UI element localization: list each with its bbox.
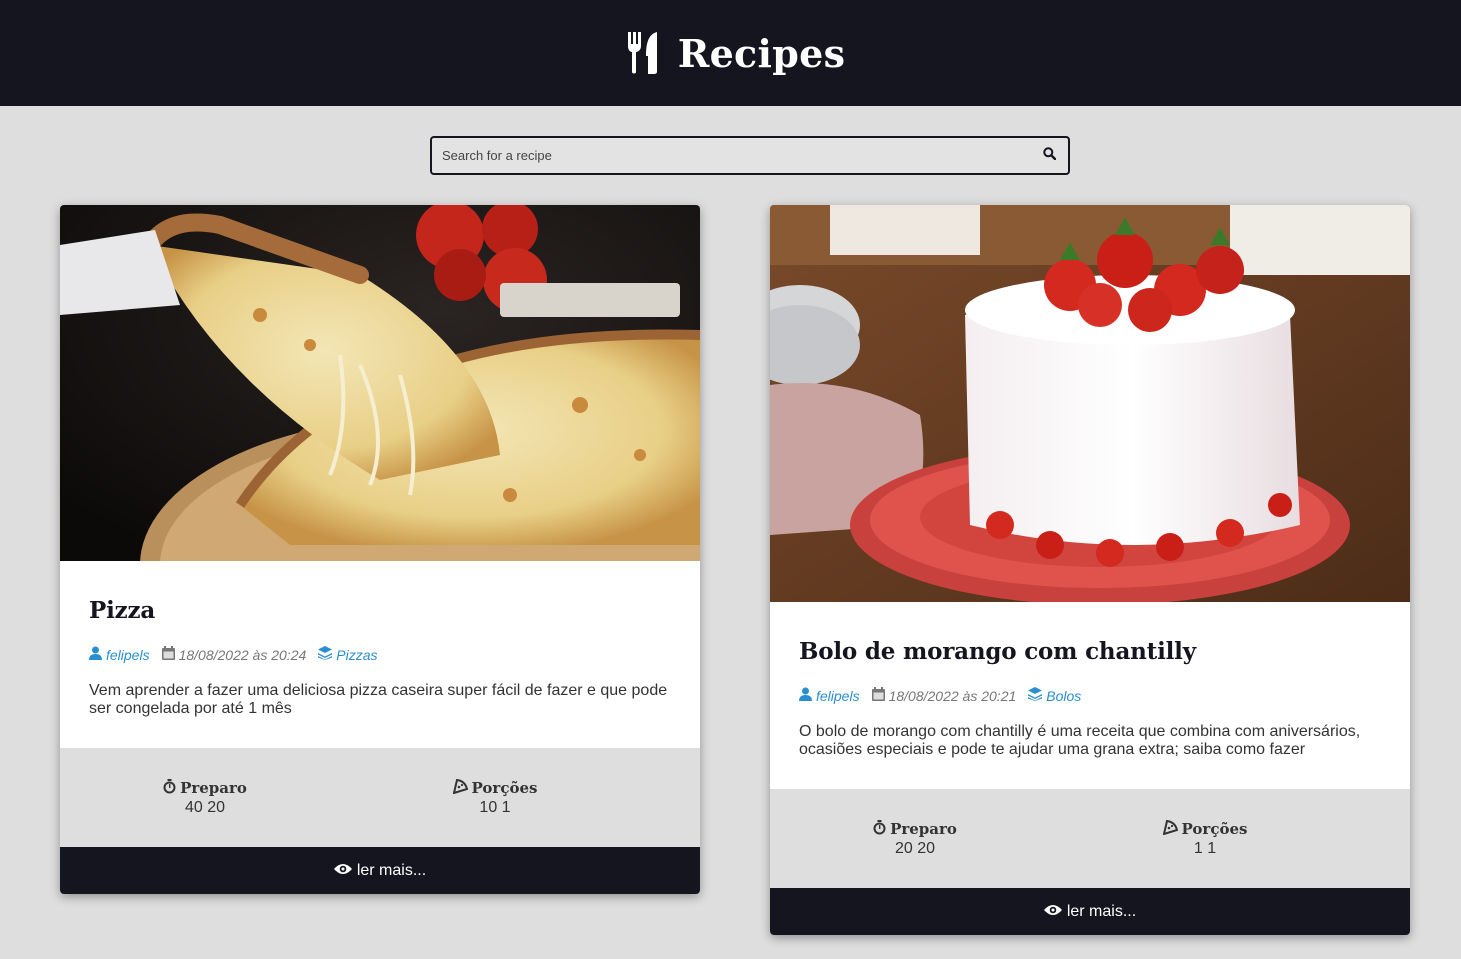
read-more-button[interactable]: ler mais...	[770, 888, 1410, 935]
servings-label: Porções	[471, 779, 538, 797]
layers-icon	[318, 646, 333, 663]
search-icon	[1042, 146, 1056, 165]
read-more-button[interactable]: ler mais...	[60, 847, 700, 894]
brand[interactable]: Recipes	[626, 31, 846, 76]
date-text: 18/08/2022 às 20:21	[888, 687, 1017, 704]
servings: Porções 10 1	[350, 778, 640, 817]
card-body: Bolo de morango com chantilly felipels 1…	[770, 602, 1410, 789]
recipe-card: Pizza felipels 18/08/2022 às 20:24 Pizza…	[60, 205, 700, 894]
servings-value: 10 1	[479, 798, 511, 816]
category-name: Pizzas	[336, 646, 378, 663]
date-text: 18/08/2022 às 20:24	[178, 646, 307, 663]
pizza-slice-icon	[1162, 819, 1178, 839]
user-icon	[799, 687, 812, 704]
search-button[interactable]	[1030, 138, 1068, 173]
recipe-stats: Preparo 40 20 Porções 10 1	[60, 748, 700, 847]
calendar-icon	[871, 687, 885, 704]
prep-label: Preparo	[890, 820, 957, 838]
category-link[interactable]: Pizzas	[318, 646, 378, 663]
recipe-description: O bolo de morango com chantilly é uma re…	[799, 723, 1361, 758]
app-title: Recipes	[677, 30, 846, 76]
pizza-slice-icon	[452, 778, 468, 798]
author-link[interactable]: felipels	[799, 687, 860, 704]
top-header: Recipes	[0, 0, 1461, 106]
publish-date: 18/08/2022 às 20:21	[871, 687, 1017, 704]
stopwatch-icon	[163, 778, 176, 798]
author-name: felipels	[816, 687, 860, 704]
eye-icon	[1043, 903, 1062, 921]
servings-label: Porções	[1181, 820, 1248, 838]
servings: Porções 1 1	[1060, 819, 1350, 858]
prep-time: Preparo 20 20	[770, 819, 1060, 858]
category-name: Bolos	[1046, 687, 1082, 704]
category-link[interactable]: Bolos	[1028, 687, 1081, 704]
search-bar	[430, 136, 1070, 175]
recipe-description: Vem aprender a fazer uma deliciosa pizza…	[89, 682, 668, 717]
prep-label: Preparo	[180, 779, 247, 797]
utensils-icon	[626, 32, 660, 74]
eye-icon	[333, 862, 352, 880]
user-icon	[89, 646, 102, 663]
search-input[interactable]	[432, 138, 1030, 173]
card-body: Pizza felipels 18/08/2022 às 20:24 Pizza…	[60, 561, 700, 748]
strawberry-cake-photo	[770, 205, 1410, 602]
recipe-stats: Preparo 20 20 Porções 1 1	[770, 789, 1410, 888]
stopwatch-icon	[873, 819, 886, 839]
prep-time: Preparo 40 20	[60, 778, 350, 817]
servings-value: 1 1	[1193, 839, 1217, 857]
recipe-title[interactable]: Pizza	[89, 597, 671, 624]
recipe-meta: felipels 18/08/2022 às 20:24 Pizzas	[89, 646, 671, 663]
layers-icon	[1028, 687, 1043, 704]
recipe-meta: felipels 18/08/2022 às 20:21 Bolos	[799, 687, 1381, 704]
recipe-title[interactable]: Bolo de morango com chantilly	[799, 638, 1381, 665]
publish-date: 18/08/2022 às 20:24	[161, 646, 307, 663]
prep-value: 20 20	[894, 839, 936, 857]
read-more-label: ler mais...	[1066, 902, 1137, 920]
prep-value: 40 20	[184, 798, 226, 816]
recipe-card: Bolo de morango com chantilly felipels 1…	[770, 205, 1410, 935]
author-link[interactable]: felipels	[89, 646, 150, 663]
pizza-photo	[60, 205, 700, 561]
read-more-label: ler mais...	[356, 861, 427, 879]
calendar-icon	[161, 646, 175, 663]
author-name: felipels	[106, 646, 150, 663]
